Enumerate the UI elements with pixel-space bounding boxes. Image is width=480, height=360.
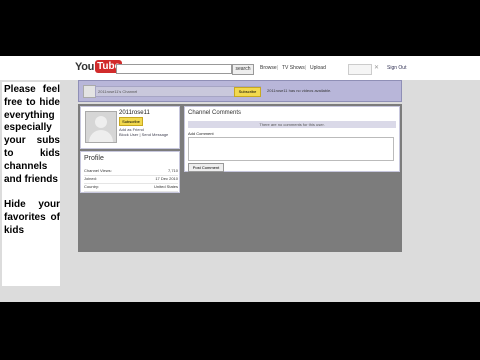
youtube-top-bar: You Tube search Browse | TV Shows | Uplo…	[0, 56, 480, 80]
post-comment-button[interactable]: Post Comment	[188, 163, 224, 172]
note-gap	[4, 186, 60, 199]
note-paragraph-2: Hide your favorites of kids	[4, 199, 60, 236]
header-subscribe-button[interactable]: Subscribe	[234, 87, 261, 97]
profile-value: 7,710	[167, 168, 178, 173]
no-comments-message: There are no comments for this user.	[188, 121, 396, 128]
block-user-link[interactable]: Block User | Send Message	[119, 132, 168, 137]
username: 2011rose11	[119, 110, 150, 116]
profile-label: Joined:	[84, 176, 97, 181]
avatar-head-shape	[95, 116, 107, 128]
overlay-note: Please feel free to hide everything espe…	[2, 82, 60, 286]
logo-you-text: You	[75, 60, 95, 73]
close-icon[interactable]: ✕	[374, 64, 379, 71]
profile-box: Profile Channel Views: 7,710 Joined: 17 …	[80, 151, 180, 193]
profile-row-views: Channel Views: 7,710	[84, 168, 178, 176]
browser-viewport: You Tube search Browse | TV Shows | Uplo…	[0, 56, 480, 302]
profile-row-country: Country: United States	[84, 184, 178, 192]
comments-title: Channel Comments	[188, 110, 242, 116]
profile-value: United States	[153, 184, 178, 189]
search-button[interactable]: search	[232, 64, 254, 75]
note-paragraph-1: Please feel free to hide everything espe…	[4, 84, 60, 185]
avatar-body-shape	[89, 130, 113, 142]
subscribe-button[interactable]: Subscribe	[119, 117, 143, 126]
nav-separator: |	[305, 65, 307, 71]
search-input[interactable]	[116, 64, 232, 74]
channel-comments-box: Channel Comments There are no comments f…	[184, 106, 400, 172]
sign-out-link[interactable]: Sign Out	[387, 65, 406, 71]
comment-textarea[interactable]	[188, 137, 394, 161]
nav-upload[interactable]: Upload	[310, 65, 326, 71]
profile-row-joined: Joined: 17 Dec 2010	[84, 176, 178, 184]
add-comment-label: Add Comment	[188, 131, 214, 136]
channel-content: 2011rose11 Subscribe Add as Friend Block…	[78, 104, 402, 252]
profile-label: Country:	[84, 184, 100, 189]
nav-browse[interactable]: Browse	[260, 65, 277, 71]
nav-separator: |	[277, 65, 279, 71]
user-card: 2011rose11 Subscribe Add as Friend Block…	[80, 106, 180, 149]
profile-label: Channel Views:	[84, 168, 112, 173]
no-videos-text: 2011rose11 has no videos available.	[267, 88, 332, 93]
nav-tv-shows[interactable]: TV Shows	[282, 65, 305, 71]
avatar	[85, 111, 117, 143]
profile-value: 17 Dec 2010	[155, 176, 178, 181]
channel-header-bar: 2011rose11's Channel Subscribe 2011rose1…	[78, 80, 402, 102]
channel-name-text: 2011rose11's Channel	[98, 89, 138, 94]
account-box[interactable]	[348, 64, 372, 75]
profile-title: Profile	[84, 155, 104, 162]
